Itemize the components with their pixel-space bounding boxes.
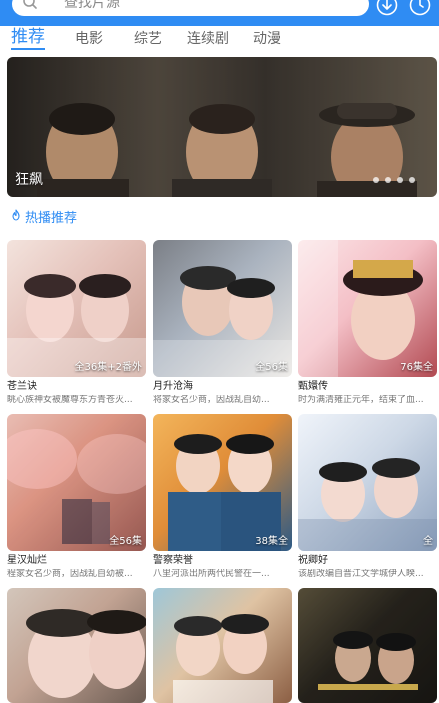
poster-image[interactable]: 全 <box>298 414 437 551</box>
episode-badge: 76集全 <box>400 362 433 373</box>
card-description: 该剧改编自晋江文学城伊人睽... <box>298 569 424 579</box>
poster-image[interactable]: 38集全 <box>153 414 292 551</box>
episode-badge: 全56集 <box>255 362 288 373</box>
card-title[interactable]: 祝卿好 <box>298 555 328 567</box>
card-description: 时为满清雍正元年，结束了血... <box>298 395 424 405</box>
card-title[interactable]: 星汉灿烂 <box>7 555 47 567</box>
carousel-indicators[interactable] <box>373 177 415 183</box>
poster-art <box>298 588 437 703</box>
poster-art <box>168 434 281 551</box>
section-title: 热播推荐 <box>25 211 78 226</box>
card-title[interactable]: 警察荣誉 <box>153 555 193 567</box>
banner-title: 狂飙 <box>15 172 43 188</box>
poster-image[interactable]: 全36集+2番外 <box>7 240 146 377</box>
carousel-dot[interactable] <box>385 177 391 183</box>
poster-art <box>173 614 273 703</box>
poster-art <box>7 414 146 551</box>
card-description: 眺心族神女被魔尊东方青苍灭... <box>7 395 133 405</box>
search-placeholder: 查找片源 <box>64 0 120 11</box>
card-description: 将家女名少商，因战乱自幼... <box>153 395 270 405</box>
tab-anime[interactable]: 动漫 <box>253 30 281 48</box>
poster-art <box>153 266 292 377</box>
episode-badge: 全 <box>423 536 433 547</box>
episode-badge: 全36集+2番外 <box>74 362 142 373</box>
poster-image[interactable]: 全56集 <box>7 414 146 551</box>
search-icon <box>23 0 37 9</box>
tab-movies[interactable]: 电影 <box>75 30 103 48</box>
card-title[interactable]: 甄嬛传 <box>298 381 328 393</box>
card-title[interactable]: 苍兰诀 <box>7 381 37 393</box>
card-description: 八里河派出所两代民警在一... <box>153 569 270 579</box>
episode-badge: 38集全 <box>255 536 288 547</box>
carousel-dot[interactable] <box>409 177 415 183</box>
tab-series[interactable]: 连续剧 <box>187 30 229 48</box>
poster-image[interactable] <box>298 588 437 703</box>
poster-art <box>26 609 146 698</box>
poster-image[interactable]: 全56集 <box>153 240 292 377</box>
poster-art <box>298 458 437 551</box>
carousel-dot[interactable] <box>373 177 379 183</box>
top-header-bar: 查找片源 <box>0 0 439 26</box>
poster-image[interactable] <box>7 588 146 703</box>
tab-variety[interactable]: 综艺 <box>134 30 162 48</box>
poster-image[interactable]: 76集全 <box>298 240 437 377</box>
card-description: 程家女名少商，因战乱自幼被... <box>7 569 133 579</box>
active-tab-underline <box>11 48 45 50</box>
banner-artwork <box>7 57 437 197</box>
tab-recommend[interactable]: 推荐 <box>11 28 45 46</box>
poster-image[interactable] <box>153 588 292 703</box>
card-title[interactable]: 月升沧海 <box>153 381 193 393</box>
category-tabs: 推荐 电影 综艺 连续剧 动漫 <box>0 26 439 52</box>
poster-art <box>298 240 423 377</box>
download-icon[interactable] <box>376 0 398 16</box>
poster-art <box>7 274 146 377</box>
history-icon[interactable] <box>409 0 431 16</box>
fire-icon <box>12 209 20 221</box>
featured-banner[interactable]: 狂飙 <box>7 57 437 197</box>
episode-badge: 全56集 <box>109 536 142 547</box>
carousel-dot[interactable] <box>397 177 403 183</box>
